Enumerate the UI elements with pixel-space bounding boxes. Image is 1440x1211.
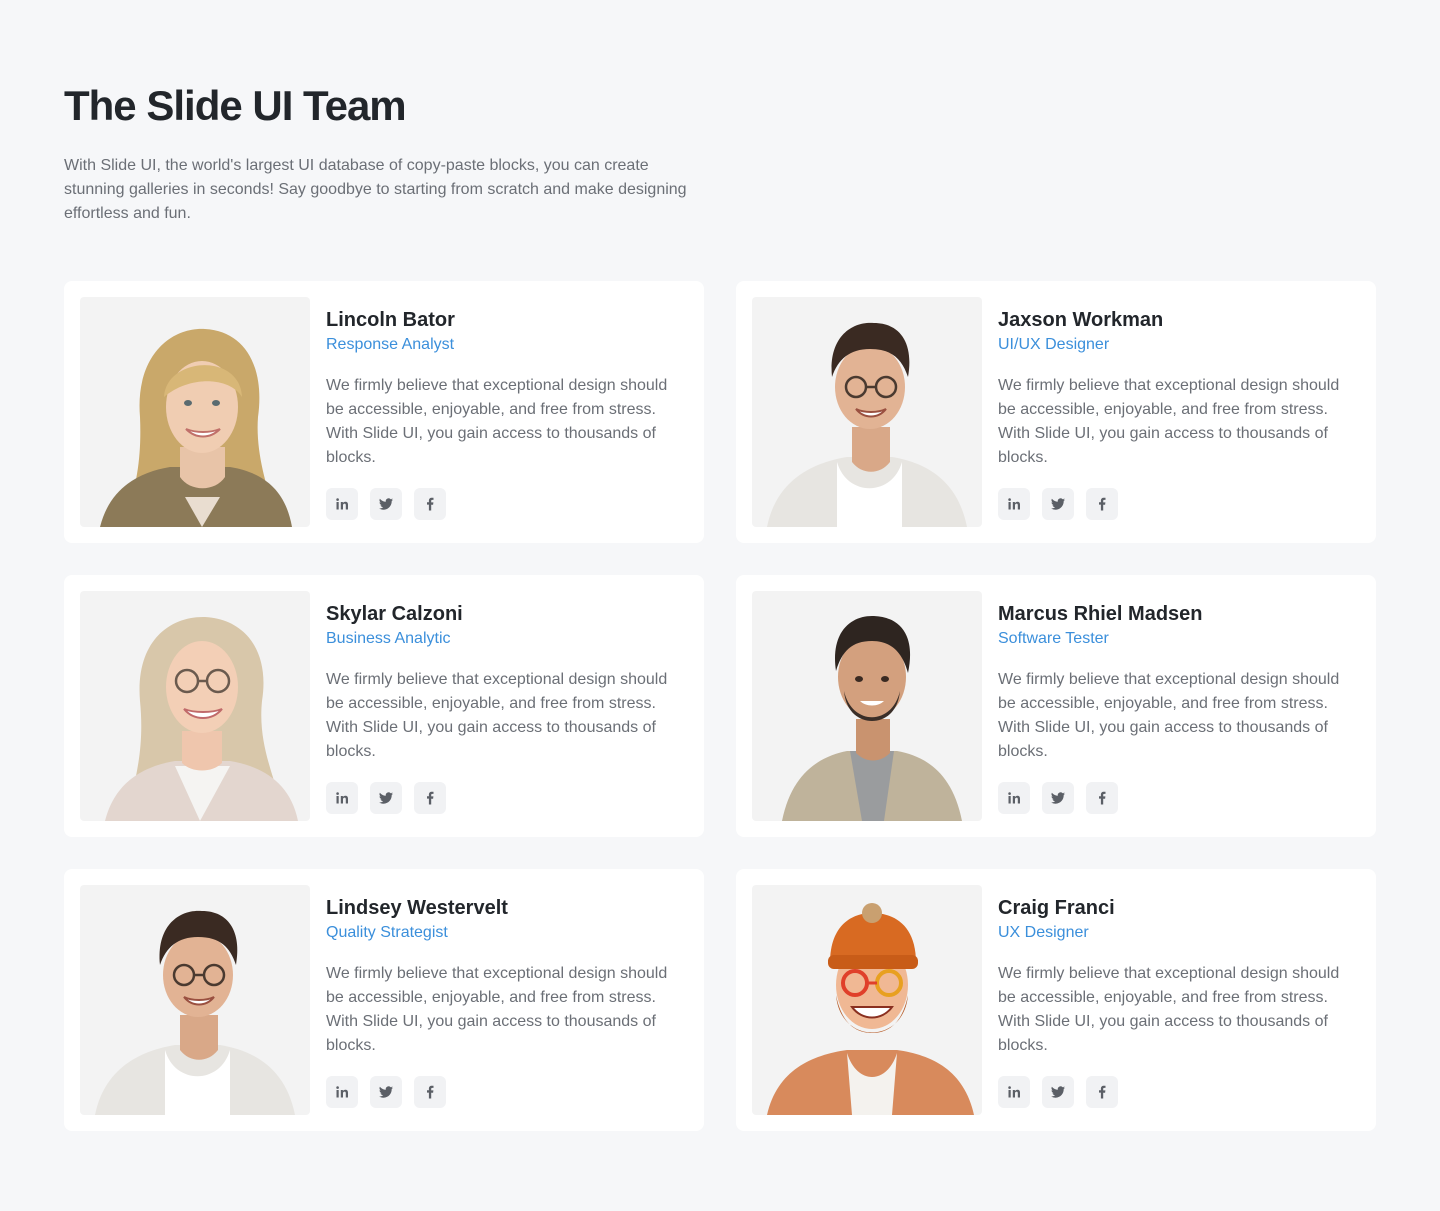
member-bio: We firmly believe that exceptional desig…: [326, 965, 668, 1054]
social-links: [998, 1076, 1360, 1108]
twitter-button[interactable]: [1042, 782, 1074, 814]
linkedin-icon: [336, 1086, 348, 1098]
facebook-icon: [1099, 1085, 1106, 1099]
team-member-card: Marcus Rhiel Madsen Software Tester We f…: [736, 575, 1376, 837]
social-links: [326, 782, 688, 814]
twitter-icon: [1051, 792, 1065, 804]
member-bio: We firmly believe that exceptional desig…: [326, 377, 668, 466]
woman-blonde-portrait-illustration: [100, 328, 292, 527]
linkedin-button[interactable]: [326, 488, 358, 520]
man-beanie-portrait-illustration: [767, 903, 974, 1115]
linkedin-icon: [1008, 498, 1020, 510]
woman-blonde-portrait: [80, 297, 310, 527]
man-glasses-portrait-illustration: [767, 322, 967, 527]
member-role: Business Analytic: [326, 630, 451, 647]
member-name: Craig Franci: [998, 897, 1115, 919]
man-glasses-portrait: [752, 297, 982, 527]
member-bio: We firmly believe that exceptional desig…: [326, 671, 668, 760]
linkedin-button[interactable]: [998, 782, 1030, 814]
twitter-icon: [379, 498, 393, 510]
facebook-icon: [1099, 497, 1106, 511]
linkedin-icon: [1008, 792, 1020, 804]
man-jacket-portrait: [752, 591, 982, 821]
facebook-button[interactable]: [414, 782, 446, 814]
member-bio: We firmly believe that exceptional desig…: [998, 377, 1340, 466]
linkedin-button[interactable]: [998, 1076, 1030, 1108]
linkedin-icon: [336, 792, 348, 804]
facebook-icon: [1099, 791, 1106, 805]
team-page: The Slide UI Team With Slide UI, the wor…: [0, 0, 1440, 1211]
team-member-card: Skylar Calzoni Business Analytic We firm…: [64, 575, 704, 837]
member-name: Lincoln Bator: [326, 309, 455, 331]
member-info: Jaxson Workman UI/UX Designer We firmly …: [998, 297, 1360, 527]
linkedin-icon: [336, 498, 348, 510]
man-jacket-portrait-illustration: [782, 615, 962, 821]
twitter-button[interactable]: [370, 782, 402, 814]
member-info: Lindsey Westervelt Quality Strategist We…: [326, 885, 688, 1115]
social-links: [998, 488, 1360, 520]
social-links: [326, 1076, 688, 1108]
facebook-button[interactable]: [414, 488, 446, 520]
twitter-button[interactable]: [370, 488, 402, 520]
twitter-button[interactable]: [1042, 488, 1074, 520]
man-glasses-portrait-illustration: [95, 910, 295, 1115]
page-subtitle: With Slide UI, the world's largest UI da…: [64, 157, 687, 222]
member-bio: We firmly believe that exceptional desig…: [998, 671, 1340, 760]
member-name: Jaxson Workman: [998, 309, 1164, 331]
twitter-button[interactable]: [1042, 1076, 1074, 1108]
member-role: Quality Strategist: [326, 924, 448, 941]
facebook-icon: [427, 791, 434, 805]
member-role: Software Tester: [998, 630, 1109, 647]
twitter-icon: [1051, 498, 1065, 510]
linkedin-button[interactable]: [998, 488, 1030, 520]
facebook-button[interactable]: [1086, 782, 1118, 814]
member-name: Lindsey Westervelt: [326, 897, 508, 919]
twitter-icon: [379, 1086, 393, 1098]
woman-glasses-portrait: [80, 591, 310, 821]
social-links: [326, 488, 688, 520]
team-member-card: Lincoln Bator Response Analyst We firmly…: [64, 281, 704, 543]
facebook-button[interactable]: [414, 1076, 446, 1108]
member-role: UX Designer: [998, 924, 1089, 941]
member-bio: We firmly believe that exceptional desig…: [998, 965, 1340, 1054]
member-name: Skylar Calzoni: [326, 603, 463, 625]
man-glasses-portrait: [80, 885, 310, 1115]
page-title: The Slide UI Team: [64, 82, 407, 129]
twitter-button[interactable]: [370, 1076, 402, 1108]
team-grid: Lincoln Bator Response Analyst We firmly…: [64, 281, 1376, 1131]
twitter-icon: [379, 792, 393, 804]
member-role: Response Analyst: [326, 336, 455, 353]
social-links: [998, 782, 1360, 814]
member-info: Lincoln Bator Response Analyst We firmly…: [326, 297, 688, 527]
twitter-icon: [1051, 1086, 1065, 1098]
member-role: UI/UX Designer: [998, 336, 1110, 353]
member-info: Craig Franci UX Designer We firmly belie…: [998, 885, 1360, 1115]
woman-glasses-portrait-illustration: [105, 616, 298, 821]
member-info: Skylar Calzoni Business Analytic We firm…: [326, 591, 688, 821]
man-beanie-portrait: [752, 885, 982, 1115]
team-member-card: Lindsey Westervelt Quality Strategist We…: [64, 869, 704, 1131]
team-header: The Slide UI Team With Slide UI, the wor…: [64, 0, 1376, 226]
linkedin-button[interactable]: [326, 782, 358, 814]
team-member-card: Jaxson Workman UI/UX Designer We firmly …: [736, 281, 1376, 543]
member-name: Marcus Rhiel Madsen: [998, 603, 1203, 625]
facebook-icon: [427, 1085, 434, 1099]
facebook-icon: [427, 497, 434, 511]
member-info: Marcus Rhiel Madsen Software Tester We f…: [998, 591, 1360, 821]
linkedin-icon: [1008, 1086, 1020, 1098]
facebook-button[interactable]: [1086, 1076, 1118, 1108]
linkedin-button[interactable]: [326, 1076, 358, 1108]
facebook-button[interactable]: [1086, 488, 1118, 520]
team-member-card: Craig Franci UX Designer We firmly belie…: [736, 869, 1376, 1131]
